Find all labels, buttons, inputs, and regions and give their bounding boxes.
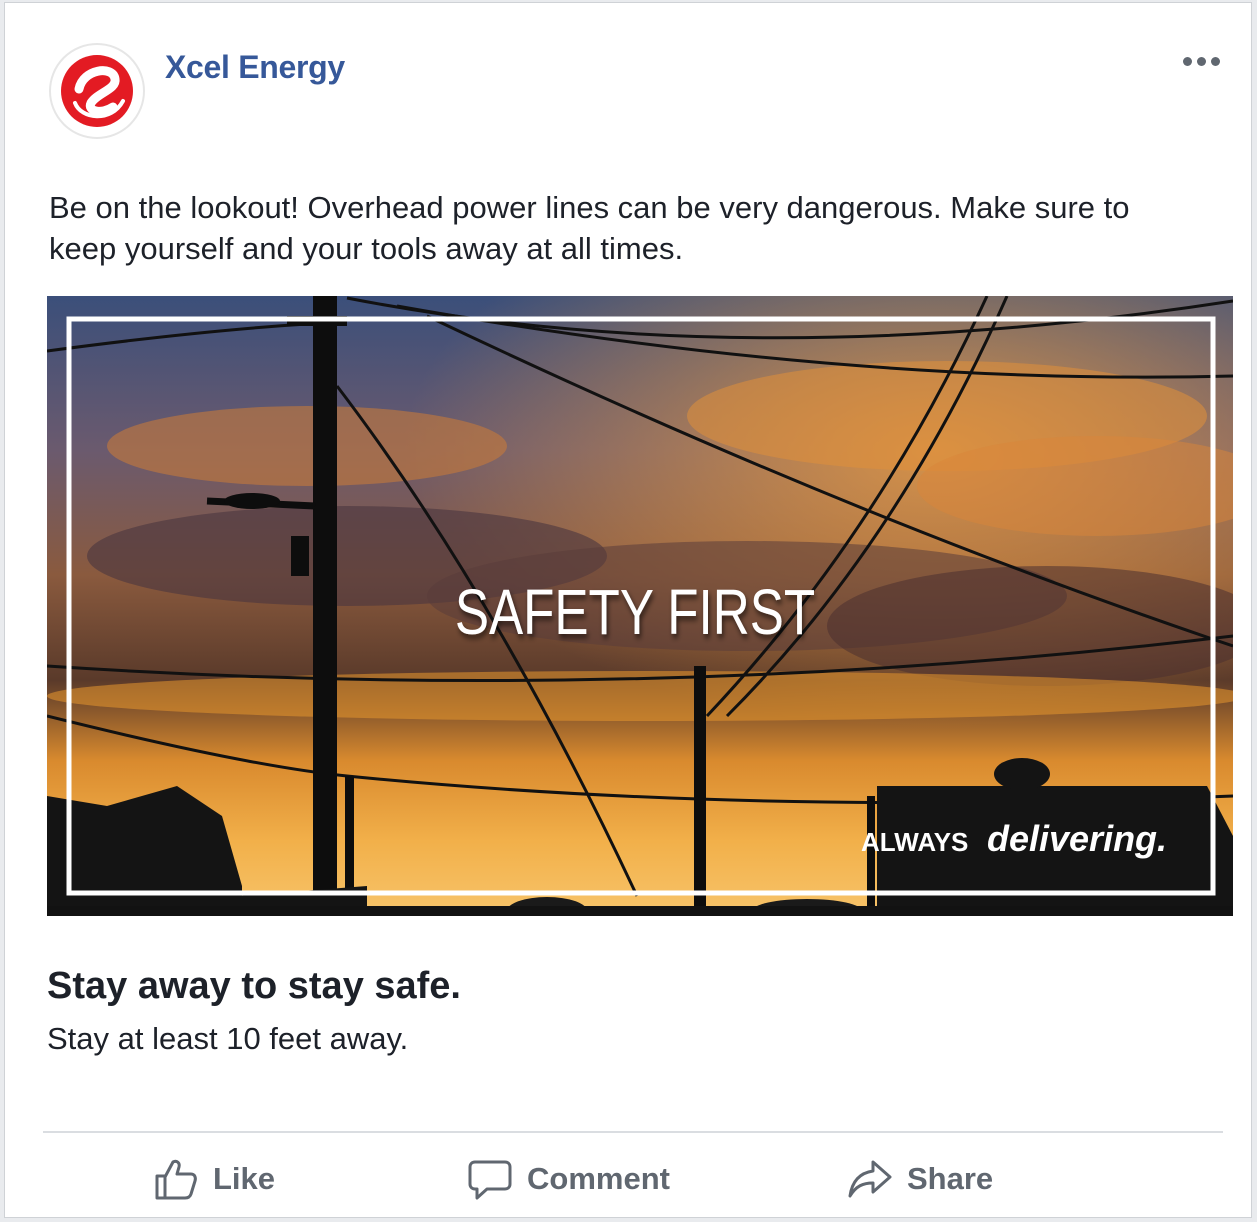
more-options-icon[interactable]: [1183, 53, 1227, 69]
share-button[interactable]: Share: [847, 1151, 993, 1207]
share-label: Share: [907, 1161, 994, 1196]
like-label: Like: [213, 1161, 276, 1196]
post-text: Be on the lookout! Overhead power lines …: [49, 190, 1130, 266]
comment-button[interactable]: Comment: [467, 1151, 670, 1207]
link-headline[interactable]: Stay away to stay safe.: [47, 965, 461, 1008]
image-tagline-small: ALWAYS: [861, 827, 968, 857]
image-title: SAFETY FIRST: [455, 578, 815, 649]
image-tagline-italic: delivering.: [987, 818, 1167, 859]
post-image[interactable]: SAFETY FIRST ALWAYS delivering.: [47, 296, 1233, 916]
actions-divider: [43, 1131, 1223, 1133]
post-card: Xcel Energy Be on the lookout! Overhead …: [4, 2, 1252, 1218]
page-name-link[interactable]: Xcel Energy: [165, 49, 345, 86]
xcel-logo-icon: [61, 55, 133, 127]
page-avatar[interactable]: [49, 43, 145, 139]
link-description: Stay at least 10 feet away.: [47, 1021, 409, 1056]
comment-label: Comment: [527, 1161, 670, 1196]
share-icon: [848, 1160, 892, 1198]
like-button[interactable]: Like: [153, 1151, 275, 1207]
comment-icon: [468, 1160, 512, 1200]
like-icon: [155, 1159, 197, 1200]
sunset-power-lines-photo: SAFETY FIRST ALWAYS delivering.: [47, 296, 1233, 916]
